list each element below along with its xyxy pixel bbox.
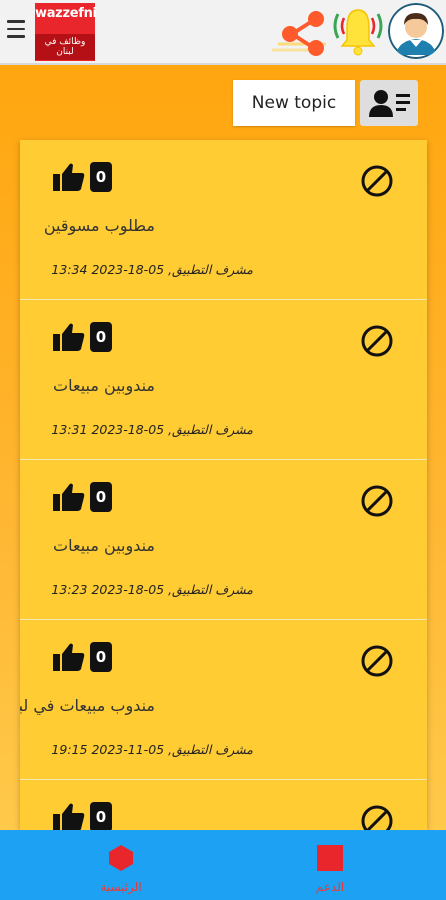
thumbs-up-icon [53,483,85,511]
share-button[interactable] [268,6,330,58]
topic-item[interactable]: 0 [20,780,427,830]
support-icon [317,845,343,871]
block-icon[interactable] [360,804,394,830]
topic-item[interactable]: 0 مندوب مبيعات في لبنان مشرف التطبيق, 05… [20,620,427,780]
like-count: 0 [90,802,112,830]
like-button[interactable]: 0 [52,802,112,830]
thumbs-up-icon [53,643,85,671]
like-count: 0 [90,322,112,352]
topic-title: مندوبين مبيعات [53,376,155,395]
app-logo[interactable]: wazzefni وظائف في لبنان [35,3,97,61]
share-icon [272,11,326,56]
notifications-button[interactable] [330,4,386,60]
topic-meta: مشرف التطبيق, 05-18-2023 13:31 [51,422,253,437]
user-list-button[interactable] [360,80,418,126]
topic-item[interactable]: 0 مندوبين مبيعات مشرف التطبيق, 05-18-202… [20,460,427,620]
nav-home-label: الرئيسية [100,880,142,894]
nav-home[interactable]: الرئيسية [86,844,156,894]
topic-title: مندوب مبيعات في لبنان [20,696,155,715]
thumbs-up-icon [53,323,85,351]
block-icon[interactable] [360,164,394,198]
bell-icon [333,9,383,56]
app-header: wazzefni وظائف في لبنان [0,0,446,65]
thumbs-up-icon [53,803,85,830]
logo-wordmark: wazzefni [35,6,97,21]
bottom-navigation: الرئيسية الدعم [0,830,446,900]
like-button[interactable]: 0 [52,322,112,352]
home-icon [109,845,133,871]
block-icon[interactable] [360,484,394,518]
menu-icon-line [7,27,25,30]
nav-support[interactable]: الدعم [295,844,365,894]
new-topic-button[interactable]: New topic [233,80,355,126]
menu-button[interactable] [7,20,25,40]
user-avatar[interactable] [388,3,444,59]
topic-list: 0 مطلوب مسوقين مشرف التطبيق, 05-18-2023 … [20,140,427,830]
like-count: 0 [90,642,112,672]
avatar-icon [388,3,444,59]
topic-title: مندوبين مبيعات [53,536,155,555]
menu-icon-line [7,20,25,23]
nav-support-label: الدعم [315,880,345,894]
menu-icon-line [7,35,25,38]
like-count: 0 [90,162,112,192]
thumbs-up-icon [53,163,85,191]
user-list-icon [369,90,410,117]
like-count: 0 [90,482,112,512]
logo-subtitle: وظائف في لبنان [35,34,95,60]
topic-meta: مشرف التطبيق, 05-18-2023 13:34 [51,262,253,277]
block-icon[interactable] [360,644,394,678]
topic-meta: مشرف التطبيق, 05-11-2023 19:15 [51,742,253,757]
topic-title: مطلوب مسوقين [43,216,155,235]
like-button[interactable]: 0 [52,642,112,672]
topic-meta: مشرف التطبيق, 05-18-2023 13:23 [51,582,253,597]
like-button[interactable]: 0 [52,162,112,192]
block-icon[interactable] [360,324,394,358]
like-button[interactable]: 0 [52,482,112,512]
topic-item[interactable]: 0 مندوبين مبيعات مشرف التطبيق, 05-18-202… [20,300,427,460]
topic-item[interactable]: 0 مطلوب مسوقين مشرف التطبيق, 05-18-2023 … [20,140,427,300]
